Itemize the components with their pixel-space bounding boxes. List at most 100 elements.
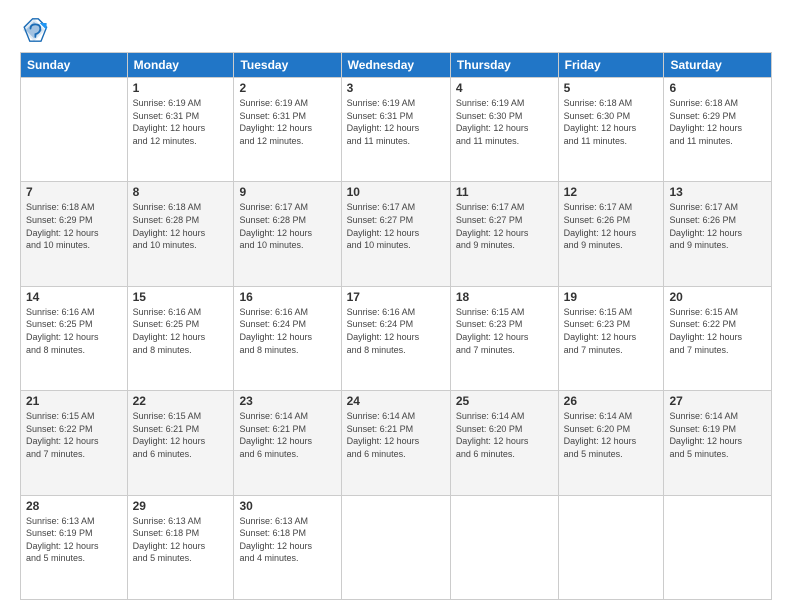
day-info: Sunrise: 6:19 AM Sunset: 6:30 PM Dayligh… <box>456 97 553 147</box>
day-number: 7 <box>26 185 122 199</box>
calendar-cell: 27 Sunrise: 6:14 AM Sunset: 6:19 PM Dayli… <box>664 391 772 495</box>
calendar-cell: 24 Sunrise: 6:14 AM Sunset: 6:21 PM Dayli… <box>341 391 450 495</box>
day-info: Sunrise: 6:15 AM Sunset: 6:22 PM Dayligh… <box>669 306 766 356</box>
day-number: 19 <box>564 290 659 304</box>
day-info: Sunrise: 6:17 AM Sunset: 6:27 PM Dayligh… <box>347 201 445 251</box>
calendar-cell: 29 Sunrise: 6:13 AM Sunset: 6:18 PM Dayli… <box>127 495 234 599</box>
day-info: Sunrise: 6:15 AM Sunset: 6:23 PM Dayligh… <box>456 306 553 356</box>
day-number: 16 <box>239 290 335 304</box>
day-info: Sunrise: 6:16 AM Sunset: 6:25 PM Dayligh… <box>26 306 122 356</box>
week-row-3: 14 Sunrise: 6:16 AM Sunset: 6:25 PM Dayli… <box>21 286 772 390</box>
calendar-cell: 14 Sunrise: 6:16 AM Sunset: 6:25 PM Dayli… <box>21 286 128 390</box>
weekday-header-row: SundayMondayTuesdayWednesdayThursdayFrid… <box>21 53 772 78</box>
calendar-cell: 7 Sunrise: 6:18 AM Sunset: 6:29 PM Daylig… <box>21 182 128 286</box>
day-info: Sunrise: 6:17 AM Sunset: 6:26 PM Dayligh… <box>669 201 766 251</box>
day-number: 2 <box>239 81 335 95</box>
calendar-cell: 13 Sunrise: 6:17 AM Sunset: 6:26 PM Dayli… <box>664 182 772 286</box>
weekday-friday: Friday <box>558 53 664 78</box>
day-number: 9 <box>239 185 335 199</box>
day-info: Sunrise: 6:14 AM Sunset: 6:20 PM Dayligh… <box>564 410 659 460</box>
logo <box>20 16 52 44</box>
day-info: Sunrise: 6:16 AM Sunset: 6:25 PM Dayligh… <box>133 306 229 356</box>
calendar-cell: 17 Sunrise: 6:16 AM Sunset: 6:24 PM Dayli… <box>341 286 450 390</box>
day-info: Sunrise: 6:15 AM Sunset: 6:22 PM Dayligh… <box>26 410 122 460</box>
week-row-4: 21 Sunrise: 6:15 AM Sunset: 6:22 PM Dayli… <box>21 391 772 495</box>
day-info: Sunrise: 6:17 AM Sunset: 6:27 PM Dayligh… <box>456 201 553 251</box>
day-info: Sunrise: 6:18 AM Sunset: 6:29 PM Dayligh… <box>669 97 766 147</box>
day-number: 5 <box>564 81 659 95</box>
logo-icon <box>20 16 48 44</box>
calendar-cell: 26 Sunrise: 6:14 AM Sunset: 6:20 PM Dayli… <box>558 391 664 495</box>
calendar-cell: 8 Sunrise: 6:18 AM Sunset: 6:28 PM Daylig… <box>127 182 234 286</box>
calendar-cell <box>21 78 128 182</box>
day-info: Sunrise: 6:14 AM Sunset: 6:19 PM Dayligh… <box>669 410 766 460</box>
calendar-cell: 1 Sunrise: 6:19 AM Sunset: 6:31 PM Daylig… <box>127 78 234 182</box>
calendar-cell: 10 Sunrise: 6:17 AM Sunset: 6:27 PM Dayli… <box>341 182 450 286</box>
week-row-2: 7 Sunrise: 6:18 AM Sunset: 6:29 PM Daylig… <box>21 182 772 286</box>
calendar-cell: 30 Sunrise: 6:13 AM Sunset: 6:18 PM Dayli… <box>234 495 341 599</box>
day-info: Sunrise: 6:19 AM Sunset: 6:31 PM Dayligh… <box>133 97 229 147</box>
day-number: 11 <box>456 185 553 199</box>
day-info: Sunrise: 6:18 AM Sunset: 6:30 PM Dayligh… <box>564 97 659 147</box>
week-row-1: 1 Sunrise: 6:19 AM Sunset: 6:31 PM Daylig… <box>21 78 772 182</box>
day-number: 10 <box>347 185 445 199</box>
day-number: 13 <box>669 185 766 199</box>
day-number: 25 <box>456 394 553 408</box>
calendar-cell: 16Sunrise: 6:16 AM Sunset: 6:24 PM Dayli… <box>234 286 341 390</box>
day-info: Sunrise: 6:13 AM Sunset: 6:18 PM Dayligh… <box>133 515 229 565</box>
weekday-wednesday: Wednesday <box>341 53 450 78</box>
day-number: 24 <box>347 394 445 408</box>
day-info: Sunrise: 6:13 AM Sunset: 6:18 PM Dayligh… <box>239 515 335 565</box>
day-number: 26 <box>564 394 659 408</box>
calendar-cell <box>341 495 450 599</box>
weekday-monday: Monday <box>127 53 234 78</box>
calendar-cell: 4 Sunrise: 6:19 AM Sunset: 6:30 PM Daylig… <box>450 78 558 182</box>
weekday-tuesday: Tuesday <box>234 53 341 78</box>
day-info: Sunrise: 6:14 AM Sunset: 6:21 PM Dayligh… <box>347 410 445 460</box>
day-number: 27 <box>669 394 766 408</box>
day-number: 12 <box>564 185 659 199</box>
calendar-cell: 15Sunrise: 6:16 AM Sunset: 6:25 PM Dayli… <box>127 286 234 390</box>
day-number: 18 <box>456 290 553 304</box>
day-number: 23 <box>239 394 335 408</box>
day-info: Sunrise: 6:17 AM Sunset: 6:28 PM Dayligh… <box>239 201 335 251</box>
calendar-cell: 5 Sunrise: 6:18 AM Sunset: 6:30 PM Daylig… <box>558 78 664 182</box>
day-number: 4 <box>456 81 553 95</box>
day-info: Sunrise: 6:18 AM Sunset: 6:28 PM Dayligh… <box>133 201 229 251</box>
day-info: Sunrise: 6:16 AM Sunset: 6:24 PM Dayligh… <box>347 306 445 356</box>
day-number: 8 <box>133 185 229 199</box>
calendar-table: SundayMondayTuesdayWednesdayThursdayFrid… <box>20 52 772 600</box>
calendar-cell: 6 Sunrise: 6:18 AM Sunset: 6:29 PM Daylig… <box>664 78 772 182</box>
calendar-cell: 28 Sunrise: 6:13 AM Sunset: 6:19 PM Dayli… <box>21 495 128 599</box>
day-info: Sunrise: 6:18 AM Sunset: 6:29 PM Dayligh… <box>26 201 122 251</box>
day-number: 14 <box>26 290 122 304</box>
day-number: 1 <box>133 81 229 95</box>
day-number: 6 <box>669 81 766 95</box>
weekday-sunday: Sunday <box>21 53 128 78</box>
calendar-cell <box>558 495 664 599</box>
calendar-cell: 23Sunrise: 6:14 AM Sunset: 6:21 PM Dayli… <box>234 391 341 495</box>
day-number: 17 <box>347 290 445 304</box>
calendar-cell <box>664 495 772 599</box>
day-number: 29 <box>133 499 229 513</box>
calendar-cell: 2 Sunrise: 6:19 AM Sunset: 6:31 PM Daylig… <box>234 78 341 182</box>
calendar-cell: 21 Sunrise: 6:15 AM Sunset: 6:22 PM Dayli… <box>21 391 128 495</box>
day-info: Sunrise: 6:13 AM Sunset: 6:19 PM Dayligh… <box>26 515 122 565</box>
day-info: Sunrise: 6:15 AM Sunset: 6:23 PM Dayligh… <box>564 306 659 356</box>
weekday-saturday: Saturday <box>664 53 772 78</box>
day-number: 30 <box>239 499 335 513</box>
calendar-cell: 9 Sunrise: 6:17 AM Sunset: 6:28 PM Daylig… <box>234 182 341 286</box>
day-info: Sunrise: 6:15 AM Sunset: 6:21 PM Dayligh… <box>133 410 229 460</box>
calendar-cell: 12Sunrise: 6:17 AM Sunset: 6:26 PM Dayli… <box>558 182 664 286</box>
calendar-cell: 11 Sunrise: 6:17 AM Sunset: 6:27 PM Dayli… <box>450 182 558 286</box>
header <box>20 16 772 44</box>
day-info: Sunrise: 6:19 AM Sunset: 6:31 PM Dayligh… <box>239 97 335 147</box>
calendar-cell: 18 Sunrise: 6:15 AM Sunset: 6:23 PM Dayli… <box>450 286 558 390</box>
day-number: 20 <box>669 290 766 304</box>
day-number: 22 <box>133 394 229 408</box>
day-number: 28 <box>26 499 122 513</box>
calendar-cell <box>450 495 558 599</box>
day-number: 3 <box>347 81 445 95</box>
day-number: 21 <box>26 394 122 408</box>
weekday-thursday: Thursday <box>450 53 558 78</box>
